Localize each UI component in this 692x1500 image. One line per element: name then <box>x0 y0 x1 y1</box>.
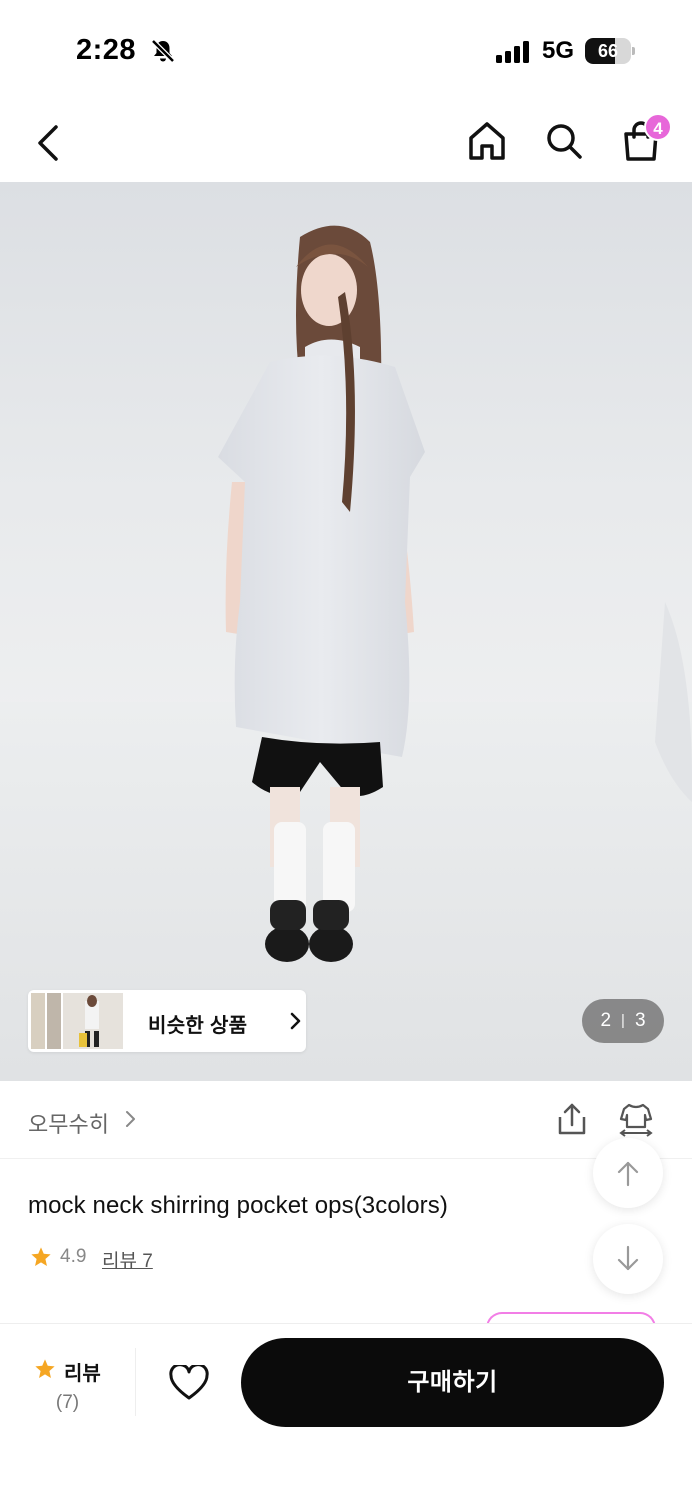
review-summary-button[interactable]: 리뷰 (7) <box>20 1352 115 1418</box>
arrow-up-icon <box>617 1161 639 1187</box>
similar-thumbnails <box>31 993 123 1049</box>
cart-count-badge: 4 <box>644 113 672 141</box>
search-icon <box>547 124 582 159</box>
page-separator: | <box>621 1012 625 1029</box>
scroll-bottom-button[interactable] <box>593 1224 663 1294</box>
back-button[interactable] <box>24 118 74 168</box>
app-header <box>0 100 692 182</box>
product-image[interactable]: 2 | 3 <box>0 182 692 1081</box>
divider <box>135 1348 136 1416</box>
fit-icon[interactable] <box>616 1099 656 1139</box>
scroll-top-button[interactable] <box>593 1138 663 1208</box>
similar-products-button[interactable]: 비슷한 상품 <box>28 990 306 1052</box>
like-button[interactable] <box>164 1358 214 1408</box>
signal-icon <box>496 41 529 63</box>
total-pages: 3 <box>634 1010 646 1031</box>
star-icon <box>35 1359 55 1378</box>
review-link[interactable]: 리뷰 7 <box>102 1246 153 1273</box>
product-title: mock neck shirring pocket ops(3colors) <box>28 1192 448 1219</box>
buy-button[interactable]: 구매하기 <box>241 1338 664 1427</box>
bell-off-icon <box>151 39 175 63</box>
arrow-down-icon <box>617 1245 639 1271</box>
status-time: 2:28 <box>76 34 137 66</box>
brand-name-link[interactable]: 오무수히 <box>28 1107 109 1139</box>
battery-level: 66 <box>597 41 619 61</box>
review-count: (7) <box>55 1392 80 1413</box>
model-photo <box>0 225 692 1081</box>
review-label: 리뷰 <box>64 1363 101 1385</box>
heart-icon <box>169 1365 209 1400</box>
current-page: 2 <box>600 1010 612 1031</box>
home-icon <box>469 122 505 160</box>
status-bar: 2:28 5G 66 <box>0 0 692 100</box>
rating-value: 4.9 <box>60 1246 87 1267</box>
search-button[interactable] <box>539 116 589 166</box>
home-button[interactable] <box>462 116 512 166</box>
chevron-right-icon <box>290 1012 301 1030</box>
similar-products-label: 비슷한 상품 <box>148 1015 248 1037</box>
network-label: 5G <box>542 37 575 64</box>
star-icon <box>31 1247 51 1266</box>
share-icon[interactable] <box>552 1099 592 1139</box>
chevron-right-icon <box>126 1111 135 1127</box>
back-icon <box>38 125 58 161</box>
battery-icon: 66 <box>585 38 635 64</box>
bottom-action-bar: 리뷰 (7) 구매하기 <box>0 1323 692 1500</box>
brand-row: 오무수히 <box>0 1081 692 1159</box>
page-indicator: 2 | 3 <box>582 999 664 1043</box>
